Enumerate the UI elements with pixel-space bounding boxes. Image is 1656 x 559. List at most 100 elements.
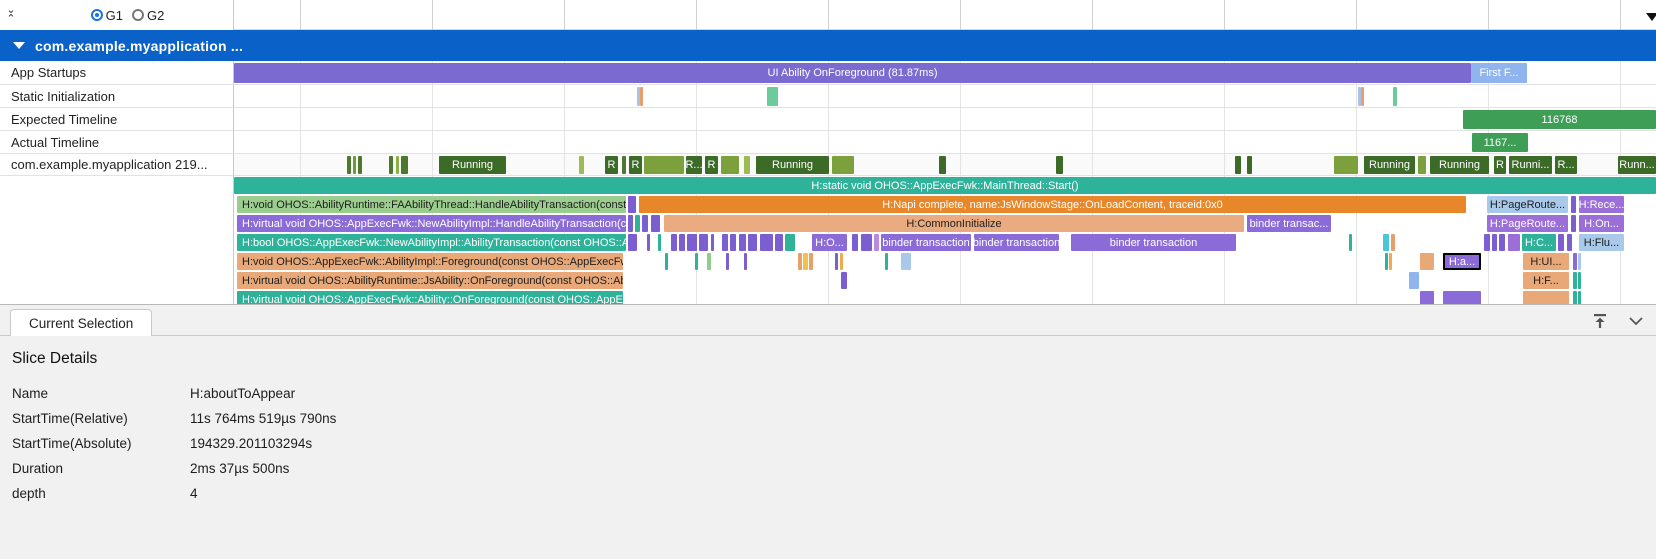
track-slice[interactable]: Running bbox=[756, 156, 829, 174]
flame-slice[interactable]: binder transaction bbox=[881, 234, 971, 251]
track-canvas[interactable] bbox=[234, 85, 1656, 108]
flame-slice[interactable] bbox=[1578, 253, 1581, 270]
track-slice[interactable] bbox=[389, 156, 393, 174]
track-slice[interactable]: First F... bbox=[1471, 63, 1527, 83]
flame-slice[interactable] bbox=[699, 234, 708, 251]
flame-slice[interactable] bbox=[1573, 272, 1577, 289]
track-slice[interactable] bbox=[644, 156, 684, 174]
flame-slice[interactable]: H:virtual void OHOS::AppExecFwk::Ability… bbox=[237, 291, 623, 304]
flame-slice[interactable]: H:void OHOS::AppExecFwk::AbilityImpl::Fo… bbox=[237, 253, 623, 270]
flame-slice[interactable] bbox=[785, 234, 795, 251]
flame-slice[interactable]: H:CommonInitialize bbox=[664, 215, 1244, 232]
flame-slice[interactable]: H:C... bbox=[1522, 234, 1556, 251]
flame-slice[interactable] bbox=[635, 215, 640, 232]
flame-slice[interactable]: H:PageRoute... bbox=[1487, 196, 1568, 213]
track-slice[interactable] bbox=[358, 156, 362, 174]
flame-slice[interactable] bbox=[1389, 253, 1392, 270]
track-slice[interactable] bbox=[939, 156, 946, 174]
flame-slice[interactable]: binder transaction bbox=[1071, 234, 1236, 251]
track-slice[interactable] bbox=[744, 156, 750, 174]
flame-slice[interactable] bbox=[1508, 234, 1520, 251]
track-canvas[interactable]: UI Ability OnForeground (81.87ms) First F… bbox=[234, 61, 1656, 85]
flame-slice[interactable] bbox=[726, 253, 729, 270]
radio-g1[interactable]: G1 bbox=[90, 8, 123, 23]
track-slice[interactable] bbox=[1418, 156, 1426, 174]
track-slice[interactable]: Running bbox=[439, 156, 506, 174]
flame-slice[interactable]: H:static void OHOS::AppExecFwk::MainThre… bbox=[234, 177, 1656, 194]
track-slice[interactable] bbox=[1334, 156, 1358, 174]
flame-slice[interactable]: H:virtual void OHOS::AbilityRuntime::JsA… bbox=[237, 272, 623, 289]
flame-slice[interactable] bbox=[1409, 272, 1419, 289]
flame-slice[interactable] bbox=[707, 253, 711, 270]
flame-slice[interactable] bbox=[722, 234, 728, 251]
flame-slice[interactable] bbox=[658, 234, 661, 251]
flame-slice[interactable]: binder transaction bbox=[974, 234, 1059, 251]
flame-slice[interactable]: binder transac... bbox=[1247, 215, 1331, 232]
track-slice[interactable] bbox=[1235, 156, 1241, 174]
flame-slice[interactable]: H:F... bbox=[1523, 272, 1569, 289]
flame-slice[interactable] bbox=[775, 234, 783, 251]
flame-slice[interactable] bbox=[1523, 291, 1569, 304]
flame-slice[interactable] bbox=[1443, 291, 1481, 304]
track-slice[interactable] bbox=[832, 156, 854, 174]
tab-current-selection[interactable]: Current Selection bbox=[10, 309, 153, 336]
flame-slice[interactable] bbox=[852, 234, 858, 251]
collapse-toggle-button[interactable]: ⌄ ⌃ bbox=[0, 0, 22, 30]
track-slice[interactable] bbox=[1056, 156, 1063, 174]
flame-slice[interactable] bbox=[1567, 234, 1572, 251]
track-slice[interactable]: Runni... bbox=[1509, 156, 1552, 174]
flame-slice[interactable] bbox=[1349, 234, 1352, 251]
flame-slice[interactable] bbox=[665, 253, 668, 270]
expand-caret-icon[interactable] bbox=[13, 42, 25, 49]
track-row[interactable]: Expected Timeline 116768 bbox=[0, 108, 1656, 131]
track-slice[interactable]: R... bbox=[686, 156, 702, 174]
track-slice[interactable] bbox=[622, 156, 626, 174]
flame-slice[interactable] bbox=[874, 234, 879, 251]
flame-slice[interactable] bbox=[901, 253, 911, 270]
flame-slice[interactable] bbox=[687, 234, 697, 251]
flame-slice[interactable]: H:Flu... bbox=[1579, 234, 1624, 251]
flame-slice[interactable] bbox=[1499, 234, 1505, 251]
flame-slice[interactable] bbox=[739, 234, 746, 251]
track-slice[interactable] bbox=[401, 156, 408, 174]
flame-slice[interactable] bbox=[642, 215, 648, 232]
flame-slice[interactable] bbox=[1492, 234, 1497, 251]
flame-slice-selected[interactable]: H:a... bbox=[1443, 253, 1481, 270]
track-row[interactable]: Actual Timeline 1167... bbox=[0, 131, 1656, 154]
flame-slice[interactable] bbox=[711, 234, 714, 251]
track-slice[interactable]: R bbox=[1494, 156, 1506, 174]
track-slice[interactable]: R... bbox=[1555, 156, 1577, 174]
flame-slice[interactable] bbox=[1573, 291, 1577, 304]
track-row[interactable]: Static Initialization bbox=[0, 85, 1656, 108]
flame-slice[interactable] bbox=[651, 215, 660, 232]
flame-chart-canvas[interactable]: H:static void OHOS::AppExecFwk::MainThre… bbox=[234, 176, 1656, 304]
chevron-down-icon[interactable] bbox=[1626, 311, 1646, 331]
track-slice[interactable] bbox=[396, 156, 399, 174]
track-slice[interactable]: 1167... bbox=[1472, 133, 1528, 152]
flame-slice[interactable] bbox=[1558, 234, 1564, 251]
flame-slice[interactable] bbox=[647, 234, 650, 251]
track-slice[interactable]: R bbox=[629, 156, 642, 174]
flame-slice[interactable] bbox=[1578, 291, 1581, 304]
flame-slice[interactable] bbox=[841, 272, 847, 289]
track-slice[interactable]: R bbox=[705, 156, 718, 174]
track-slice[interactable] bbox=[347, 156, 351, 174]
track-slice[interactable]: R bbox=[605, 156, 618, 174]
flame-slice[interactable] bbox=[803, 253, 808, 270]
flame-slice[interactable] bbox=[1383, 234, 1389, 251]
flame-slice[interactable] bbox=[1571, 196, 1576, 213]
collapse-to-top-icon[interactable] bbox=[1590, 311, 1610, 331]
track-slice[interactable] bbox=[721, 156, 739, 174]
flame-slice[interactable] bbox=[840, 253, 843, 270]
flame-slice[interactable]: H:void OHOS::AbilityRuntime::FAAbilityTh… bbox=[237, 196, 626, 213]
flame-slice[interactable]: H:virtual void OHOS::AppExecFwk::NewAbil… bbox=[237, 215, 626, 232]
track-row[interactable]: App Startups UI Ability OnForeground (81.… bbox=[0, 61, 1656, 85]
flame-slice[interactable] bbox=[1484, 234, 1490, 251]
track-slice[interactable] bbox=[1247, 156, 1252, 174]
track-slice[interactable]: 116768 bbox=[1463, 110, 1656, 129]
flame-slice[interactable] bbox=[628, 196, 636, 213]
flame-slice[interactable] bbox=[1385, 253, 1388, 270]
flame-slice[interactable]: H:Napi complete, name:JsWindowStage::OnL… bbox=[639, 196, 1466, 213]
ruler-scale[interactable] bbox=[234, 0, 1656, 30]
flame-slice[interactable] bbox=[1420, 291, 1434, 304]
